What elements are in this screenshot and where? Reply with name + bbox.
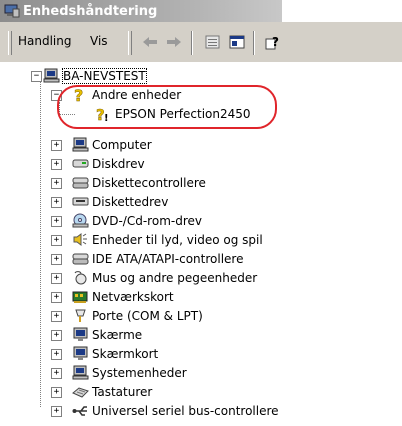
expand-toggle[interactable]: + bbox=[51, 178, 62, 189]
expand-toggle[interactable]: + bbox=[51, 273, 62, 284]
tree-item-label: Skærmkort bbox=[92, 346, 159, 361]
tree-root[interactable]: BA-NEVSTEST bbox=[43, 66, 147, 85]
expand-toggle[interactable]: + bbox=[51, 406, 62, 417]
properties-icon[interactable] bbox=[204, 34, 222, 50]
tree-item-label: Diskettedrev bbox=[92, 194, 169, 209]
tree-item-label: Computer bbox=[92, 137, 152, 152]
tree-item-skaermkort[interactable]: Skærmkort bbox=[72, 344, 158, 363]
tree-item-diskettedrev[interactable]: Diskettedrev bbox=[72, 192, 168, 211]
tree-item-ide-ata[interactable]: IDE ATA/ATAPI-controllere bbox=[72, 249, 243, 268]
expand-toggle[interactable]: + bbox=[51, 159, 62, 170]
tree-item-dvd-cd-rom[interactable]: DVD-/Cd-rom-drev bbox=[72, 211, 202, 230]
expand-toggle[interactable]: + bbox=[51, 235, 62, 246]
tree-item-label: Mus og andre pegeenheder bbox=[92, 270, 258, 285]
tree-item-label: Universel seriel bus-controllere bbox=[92, 403, 279, 418]
keyboard-icon bbox=[72, 384, 89, 399]
tree-item-mus[interactable]: Mus og andre pegeenheder bbox=[72, 268, 257, 287]
tree-item-usb[interactable]: Universel seriel bus-controllere bbox=[72, 401, 279, 420]
title-bar[interactable]: Enhedshåndtering bbox=[0, 0, 282, 22]
speaker-icon bbox=[72, 232, 89, 247]
toolbar: Handling Vis ? bbox=[0, 22, 402, 62]
tree-connector bbox=[40, 81, 41, 407]
annotation-highlight bbox=[57, 85, 277, 129]
expand-toggle[interactable]: + bbox=[51, 292, 62, 303]
expand-toggle[interactable]: + bbox=[51, 368, 62, 379]
computer-icon bbox=[72, 365, 89, 380]
tree-root-label: BA-NEVSTEST bbox=[62, 67, 147, 84]
forward-arrow-icon[interactable] bbox=[165, 34, 183, 50]
expand-toggle[interactable]: + bbox=[51, 140, 62, 151]
toolbar-separator bbox=[253, 31, 254, 55]
port-icon bbox=[72, 308, 89, 323]
monitor-icon bbox=[72, 327, 89, 342]
tree-item-label: Porte (COM & LPT) bbox=[92, 308, 203, 323]
tree-item-label: IDE ATA/ATAPI-controllere bbox=[92, 251, 244, 266]
tree-item-porte[interactable]: Porte (COM & LPT) bbox=[72, 306, 203, 325]
tree-item-label: Diskettecontrollere bbox=[92, 175, 206, 190]
tree-item-netvaerkskort[interactable]: Netværkskort bbox=[72, 287, 174, 306]
tree-item-diskdrev[interactable]: Diskdrev bbox=[72, 154, 145, 173]
mouse-icon bbox=[72, 270, 89, 285]
device-manager-window: Enhedshåndtering Handling Vis ? − BA-NEV… bbox=[0, 0, 402, 426]
expand-toggle[interactable]: + bbox=[51, 387, 62, 398]
details-view-icon[interactable] bbox=[228, 34, 246, 50]
network-icon bbox=[72, 289, 89, 304]
controller-icon bbox=[72, 175, 89, 190]
collapse-toggle[interactable]: − bbox=[31, 71, 42, 82]
expand-toggle[interactable]: + bbox=[51, 216, 62, 227]
cdrom-icon bbox=[72, 213, 89, 228]
tree-item-skaerme[interactable]: Skærme bbox=[72, 325, 142, 344]
expand-toggle[interactable]: + bbox=[51, 197, 62, 208]
menu-vis[interactable]: Vis bbox=[90, 34, 108, 48]
tree-item-label: Enheder til lyd, video og spil bbox=[92, 232, 263, 247]
expand-toggle[interactable]: + bbox=[51, 311, 62, 322]
svg-text:?: ? bbox=[272, 35, 279, 49]
monitor-icon bbox=[72, 346, 89, 361]
usb-icon bbox=[72, 403, 89, 418]
tree-item-label: Skærme bbox=[92, 327, 143, 342]
tree-item-diskettecontrollere[interactable]: Diskettecontrollere bbox=[72, 173, 206, 192]
computer-icon bbox=[72, 137, 89, 152]
computer-icon bbox=[43, 68, 60, 83]
tree-item-systemenheder[interactable]: Systemenheder bbox=[72, 363, 187, 382]
tree-item-label: Diskdrev bbox=[92, 156, 145, 171]
window-title: Enhedshåndtering bbox=[23, 3, 158, 19]
toolbar-grip[interactable] bbox=[8, 31, 12, 55]
controller-icon bbox=[72, 251, 89, 266]
expand-toggle[interactable]: + bbox=[51, 254, 62, 265]
disk-drive-icon bbox=[72, 156, 89, 171]
tree-item-computer[interactable]: Computer bbox=[72, 135, 152, 154]
tree-item-label: DVD-/Cd-rom-drev bbox=[92, 213, 202, 228]
tree-item-tastaturer[interactable]: Tastaturer bbox=[72, 382, 152, 401]
toolbar-separator bbox=[191, 31, 192, 55]
floppy-icon bbox=[72, 194, 89, 209]
expand-toggle[interactable]: + bbox=[51, 349, 62, 360]
expand-toggle[interactable]: + bbox=[51, 330, 62, 341]
device-manager-icon bbox=[4, 4, 20, 18]
back-arrow-icon[interactable] bbox=[141, 34, 159, 50]
tree-item-label: Systemenheder bbox=[92, 365, 187, 380]
tree-item-label: Tastaturer bbox=[92, 384, 153, 399]
tree-item-label: Netværkskort bbox=[92, 289, 174, 304]
toolbar-grip[interactable] bbox=[128, 31, 132, 55]
menu-handling[interactable]: Handling bbox=[18, 34, 72, 48]
help-icon[interactable]: ? bbox=[264, 34, 282, 50]
tree-item-lyd-video[interactable]: Enheder til lyd, video og spil bbox=[72, 230, 263, 249]
